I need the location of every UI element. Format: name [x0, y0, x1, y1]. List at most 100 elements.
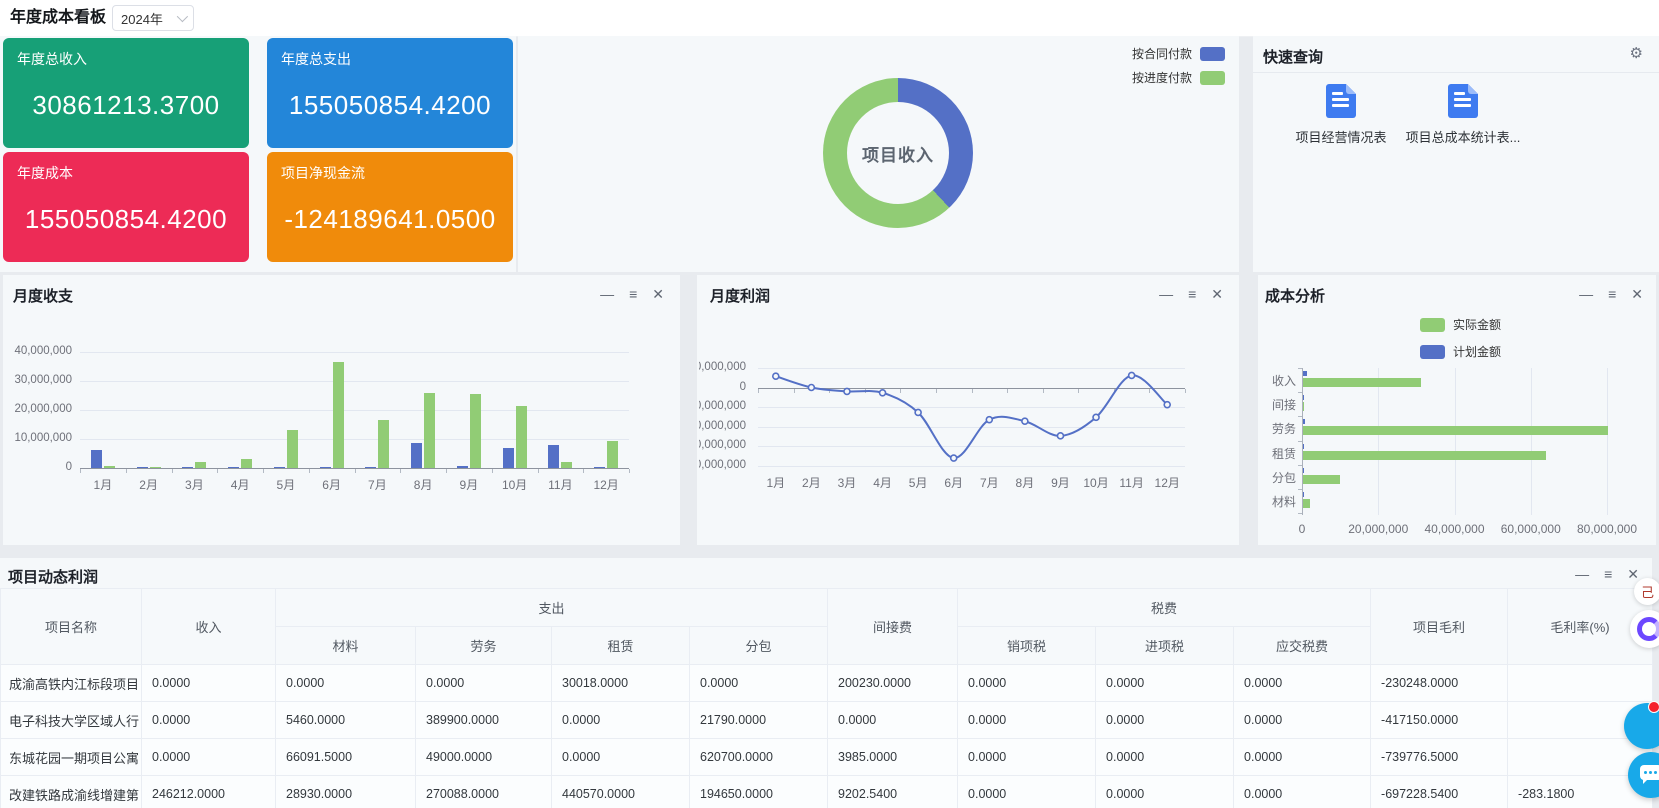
- legend-swatch-icon: [1200, 47, 1225, 61]
- close-button[interactable]: ✕: [1631, 287, 1643, 301]
- value-cell: 270088.0000: [416, 776, 552, 808]
- value-cell: 3985.0000: [828, 739, 958, 776]
- actual-bar: [1303, 402, 1304, 411]
- gridline: [758, 368, 1185, 369]
- column-header: 间接费: [828, 589, 958, 665]
- category-label: 材料: [1258, 493, 1296, 510]
- gear-icon[interactable]: ⚙: [1630, 44, 1643, 62]
- minimize-button[interactable]: —: [600, 287, 614, 301]
- close-button[interactable]: ✕: [1627, 567, 1639, 581]
- plan-bar: [1303, 468, 1304, 473]
- legend-item[interactable]: 计划金额: [1420, 343, 1501, 360]
- plan-bar: [1303, 444, 1304, 449]
- table-body: 成渝高铁内江标段项目0.00000.00000.000030018.00000.…: [1, 665, 1653, 808]
- value-cell: 0.0000: [1234, 665, 1371, 702]
- kpi-card[interactable]: 年度总收入30861213.3700: [3, 38, 249, 148]
- value-cell: 389900.0000: [416, 702, 552, 739]
- legend-label: 实际金额: [1453, 316, 1501, 333]
- kpi-card-value: 155050854.4200: [267, 69, 513, 148]
- x-axis-tick-label: 11月: [540, 476, 580, 493]
- dashboard: 年度成本看板 2024年 年度总收入30861213.3700年度总支出1550…: [0, 0, 1659, 808]
- axis-tick: [1078, 389, 1079, 393]
- legend-label: 按合同付款: [1132, 45, 1192, 62]
- menu-button[interactable]: ≡: [629, 287, 637, 301]
- monthly-profit-panel: 月度利润 — ≡ ✕ 10,000,0000-10,000,000-20,000…: [697, 275, 1239, 545]
- table-row[interactable]: 电子科技大学区域人行0.00005460.0000389900.00000.00…: [1, 702, 1653, 739]
- axis-tick: [80, 469, 81, 473]
- value-cell: -417150.0000: [1371, 702, 1508, 739]
- project-income-donut-chart: 项目收入 按合同付款按进度付款: [518, 36, 1239, 272]
- x-axis-tick-label: 8月: [403, 476, 443, 493]
- gridline: [80, 439, 629, 440]
- category-label: 收入: [1258, 372, 1296, 389]
- income-bar: [228, 467, 239, 468]
- quick-query-item[interactable]: 项目经营情况表: [1271, 84, 1411, 146]
- x-axis-tick-label: 80,000,000: [1569, 522, 1645, 536]
- kpi-card[interactable]: 年度总支出155050854.4200: [267, 38, 513, 148]
- expense-bar: [470, 394, 481, 468]
- value-cell: 0.0000: [1096, 776, 1234, 808]
- column-header: 支出: [276, 589, 828, 627]
- quick-query-item[interactable]: 项目总成本统计表...: [1393, 84, 1533, 146]
- table-row[interactable]: 成渝高铁内江标段项目0.00000.00000.000030018.00000.…: [1, 665, 1653, 702]
- y-axis-tick-label: 10,000,000: [3, 432, 72, 444]
- x-axis-tick-label: 2月: [129, 476, 169, 493]
- year-select[interactable]: 2024年: [112, 5, 194, 31]
- project-name-cell: 改建铁路成渝线增建第: [1, 776, 142, 808]
- plan-bar: [1303, 395, 1304, 400]
- y-axis-tick-label: 0: [3, 461, 72, 473]
- minimize-button[interactable]: —: [1159, 287, 1173, 301]
- expense-bar: [241, 459, 252, 468]
- actual-bar: [1303, 378, 1421, 387]
- legend-label: 计划金额: [1453, 343, 1501, 360]
- plan-bar: [1303, 371, 1307, 376]
- value-cell: 5460.0000: [276, 702, 416, 739]
- value-cell: 0.0000: [142, 739, 276, 776]
- legend-item[interactable]: 实际金额: [1420, 316, 1501, 333]
- project-name-cell: 东城花园一期项目公寓: [1, 739, 142, 776]
- column-header: 项目毛利: [1371, 589, 1508, 665]
- gridline: [1607, 368, 1608, 515]
- close-button[interactable]: ✕: [652, 287, 664, 301]
- project-profit-title: 项目动态利润: [8, 566, 98, 587]
- value-cell: 0.0000: [958, 739, 1096, 776]
- legend-item[interactable]: 按进度付款: [1132, 69, 1225, 86]
- legend-swatch-icon: [1420, 345, 1445, 359]
- axis-tick: [972, 389, 973, 393]
- actual-bar: [1303, 499, 1310, 508]
- value-cell: 0.0000: [690, 665, 828, 702]
- value-cell: [1508, 665, 1653, 702]
- value-cell: 21790.0000: [690, 702, 828, 739]
- x-axis-tick-label: 5月: [898, 474, 938, 491]
- minimize-button[interactable]: —: [1575, 567, 1589, 581]
- cost-analysis-title: 成本分析: [1265, 285, 1325, 306]
- value-cell: 0.0000: [276, 665, 416, 702]
- menu-button[interactable]: ≡: [1608, 287, 1616, 301]
- floating-widget-icon[interactable]: 己: [1634, 578, 1659, 605]
- value-cell: 66091.5000: [276, 739, 416, 776]
- column-header: 收入: [142, 589, 276, 665]
- kpi-card[interactable]: 年度成本155050854.4200: [3, 152, 249, 262]
- kpi-card-label: 年度成本: [3, 152, 249, 183]
- kpi-card[interactable]: 项目净现金流-124189641.0500: [267, 152, 513, 262]
- menu-button[interactable]: ≡: [1188, 287, 1196, 301]
- axis-tick: [583, 469, 584, 473]
- y-axis-tick-label: 40,000,000: [3, 345, 72, 357]
- table-row[interactable]: 东城花园一期项目公寓0.000066091.500049000.00000.00…: [1, 739, 1653, 776]
- gridline: [758, 427, 1185, 428]
- column-subheader: 销项税: [958, 627, 1096, 665]
- x-axis-tick-label: 5月: [266, 476, 306, 493]
- quick-query-panel: 快速查询 ⚙ 项目经营情况表项目总成本统计表...: [1253, 36, 1659, 272]
- table-row[interactable]: 改建铁路成渝线增建第246212.000028930.0000270088.00…: [1, 776, 1653, 808]
- value-cell: 28930.0000: [276, 776, 416, 808]
- donut-ring: 项目收入: [823, 78, 973, 228]
- column-header: 税费: [958, 589, 1371, 627]
- menu-button[interactable]: ≡: [1604, 567, 1612, 581]
- axis-tick: [936, 389, 937, 393]
- axis-tick: [1298, 392, 1302, 393]
- minimize-button[interactable]: —: [1579, 287, 1593, 301]
- value-cell: 9202.5400: [828, 776, 958, 808]
- close-button[interactable]: ✕: [1211, 287, 1223, 301]
- expense-bar: [424, 393, 435, 468]
- legend-item[interactable]: 按合同付款: [1132, 45, 1225, 62]
